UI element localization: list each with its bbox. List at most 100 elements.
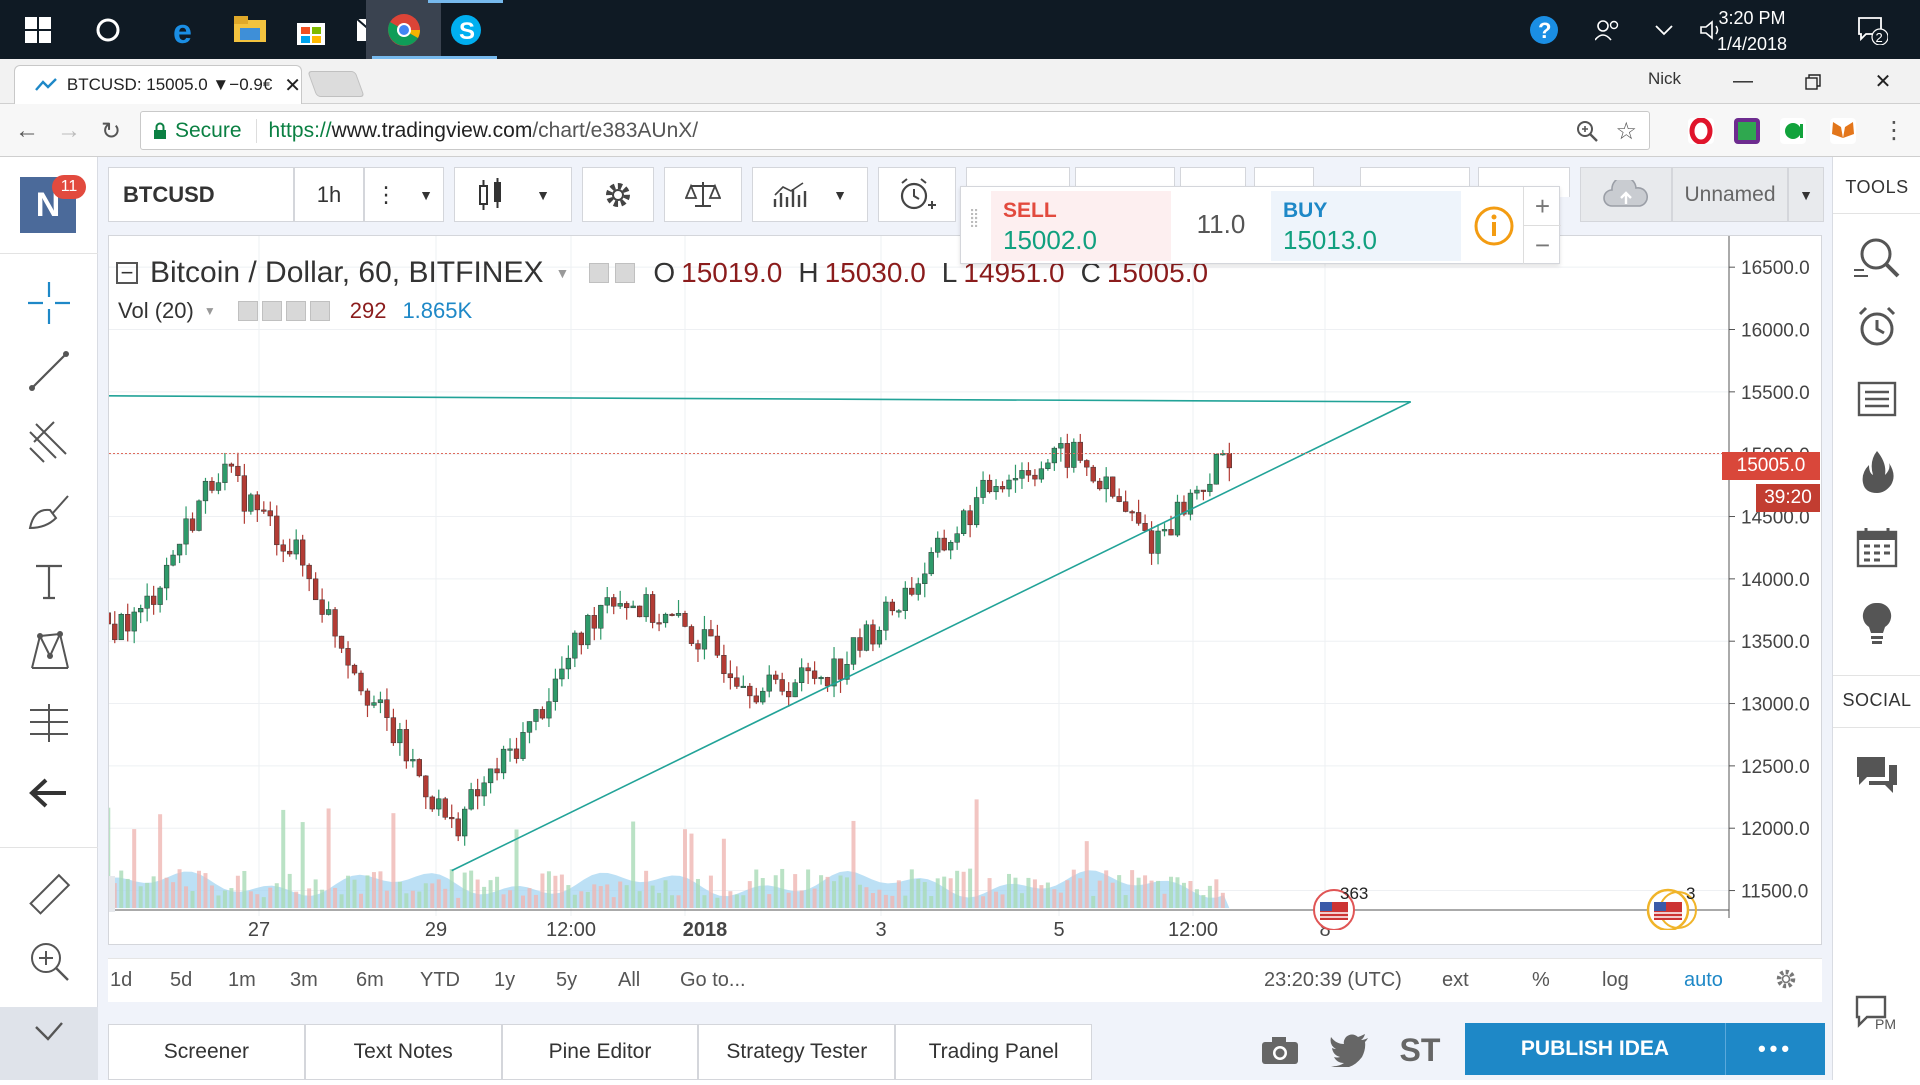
interval-dropdown[interactable]: ⋮ ▼ (364, 167, 444, 222)
chart-pane[interactable]: 16500.016000.015500.015000.014500.014000… (108, 235, 1822, 945)
quantity-plus-button[interactable]: + (1523, 187, 1561, 226)
opera-extension-icon[interactable] (1688, 117, 1714, 145)
ideas-lightbulb-icon[interactable] (1847, 595, 1907, 651)
sell-button[interactable]: SELL 15002.0 (991, 191, 1171, 261)
hide-toolbar-arrow-icon[interactable] (18, 765, 80, 821)
extension-icon-3[interactable] (1780, 118, 1806, 144)
volume-format-icon[interactable] (285, 301, 306, 321)
windows-start-icon[interactable] (0, 0, 75, 59)
new-tab-button[interactable] (307, 71, 365, 97)
range-5d[interactable]: 5d (170, 969, 192, 992)
cortana-icon[interactable] (70, 0, 145, 59)
volume-settings-icon[interactable] (261, 301, 282, 321)
indicators-button[interactable]: ▼ (752, 167, 868, 222)
range-1d[interactable]: 1d (110, 969, 132, 992)
volume-remove-icon[interactable] (309, 301, 330, 321)
data-window-icon[interactable] (1847, 371, 1907, 427)
camera-icon[interactable] (1256, 1030, 1304, 1070)
taskbar-clock[interactable]: 3:20 PM 1/4/2018 (1692, 5, 1812, 57)
auto-toggle[interactable]: auto (1684, 969, 1723, 992)
lock-drawings-icon[interactable] (0, 1007, 98, 1080)
tab-strategy-tester[interactable]: Strategy Tester (698, 1024, 896, 1080)
layout-dropdown-icon[interactable]: ▼ (1788, 167, 1824, 222)
price-chart[interactable]: 16500.016000.015500.015000.014500.014000… (109, 236, 1823, 946)
range-3m[interactable]: 3m (290, 969, 318, 992)
stocktwits-button[interactable]: ST (1396, 1030, 1444, 1070)
range-1y[interactable]: 1y (494, 969, 515, 992)
log-toggle[interactable]: log (1602, 969, 1629, 992)
legend-menu-icon[interactable]: ▼ (555, 265, 569, 281)
action-center-icon[interactable]: 2 (1850, 0, 1894, 59)
range-6m[interactable]: 6m (356, 969, 384, 992)
close-window-button[interactable]: ✕ (1848, 59, 1918, 104)
help-icon[interactable]: ? (1524, 0, 1564, 59)
zoom-icon[interactable] (1575, 119, 1599, 149)
range-ytd[interactable]: YTD (420, 969, 460, 992)
pitchfork-icon[interactable] (18, 413, 80, 469)
tab-trading-panel[interactable]: Trading Panel (895, 1024, 1092, 1080)
people-icon[interactable] (1588, 0, 1628, 59)
compare-scales-icon[interactable] (664, 167, 742, 222)
publish-idea-button[interactable]: PUBLISH IDEA (1465, 1023, 1725, 1075)
twitter-icon[interactable] (1326, 1030, 1374, 1070)
range-all[interactable]: All (618, 969, 640, 992)
chat-icon[interactable] (1847, 747, 1907, 803)
publish-more-button[interactable]: ••• (1725, 1023, 1825, 1075)
legend-settings-icon[interactable] (615, 263, 636, 283)
text-tool-icon[interactable] (18, 553, 80, 609)
percent-toggle[interactable]: % (1532, 969, 1550, 992)
skype-icon[interactable]: S (428, 0, 503, 59)
volume-eye-icon[interactable] (237, 301, 258, 321)
volume-menu-icon[interactable]: ▼ (204, 304, 216, 318)
quantity-minus-button[interactable]: − (1523, 226, 1561, 264)
alert-icon[interactable] (878, 167, 956, 222)
interval-button[interactable]: 1h (294, 167, 364, 222)
private-chat-icon[interactable]: PM (1847, 987, 1907, 1043)
address-bar[interactable]: Secure https://www.tradingview.com/chart… (140, 111, 1650, 150)
reload-icon[interactable]: ↻ (94, 114, 128, 148)
chart-style-button[interactable]: ▼ (454, 167, 572, 222)
minimize-button[interactable]: — (1708, 59, 1778, 104)
settings-gear-icon[interactable] (582, 167, 654, 222)
economic-events-marker-left[interactable]: 363 (1310, 884, 1368, 931)
utc-clock[interactable]: 23:20:39 (UTC) (1264, 969, 1402, 992)
ruler-icon[interactable] (18, 867, 80, 923)
chevron-up-tray-icon[interactable] (1646, 0, 1682, 59)
goto-button[interactable]: Go to... (680, 969, 746, 992)
security-indicator[interactable]: Secure (141, 118, 257, 143)
ext-toggle[interactable]: ext (1442, 969, 1469, 992)
economic-events-marker-right[interactable]: 3 (1644, 884, 1700, 932)
forward-icon[interactable]: → (52, 114, 86, 148)
tab-close-icon[interactable]: ✕ (284, 73, 301, 98)
hotlists-flame-icon[interactable] (1847, 443, 1907, 499)
pattern-icon[interactable] (18, 623, 80, 679)
symbol-search-input[interactable]: BTCUSD (108, 167, 294, 222)
cloud-save-icon[interactable] (1580, 167, 1672, 222)
collapse-legend-icon[interactable]: − (116, 262, 138, 284)
tab-text-notes[interactable]: Text Notes (304, 1024, 502, 1080)
alarm-clock-icon[interactable] (1847, 299, 1907, 355)
measure-tools-icon[interactable] (18, 695, 80, 751)
calendar-icon[interactable] (1847, 519, 1907, 575)
extension-icon-2[interactable] (1734, 118, 1760, 144)
chrome-menu-icon[interactable]: ⋮ (1882, 116, 1906, 145)
brush-icon[interactable] (18, 483, 80, 539)
buy-button[interactable]: BUY 15013.0 (1271, 191, 1461, 261)
info-icon[interactable] (1473, 205, 1515, 252)
metamask-extension-icon[interactable] (1830, 118, 1856, 144)
profile-name[interactable]: Nick (1648, 69, 1681, 89)
axis-settings-gear-icon[interactable] (1774, 967, 1798, 997)
trend-line-icon[interactable] (18, 343, 80, 399)
range-1m[interactable]: 1m (228, 969, 256, 992)
restore-button[interactable] (1778, 59, 1848, 104)
browser-tab[interactable]: BTCUSD: 15005.0 ▼−0.9€ ✕ (14, 65, 302, 104)
back-icon[interactable]: ← (10, 114, 44, 148)
zoom-in-icon[interactable] (18, 933, 80, 989)
legend-eye-icon[interactable] (589, 263, 610, 283)
tab-screener[interactable]: Screener (108, 1024, 305, 1080)
crosshair-icon[interactable] (18, 275, 80, 331)
layout-name[interactable]: Unnamed (1672, 167, 1788, 222)
tab-pine-editor[interactable]: Pine Editor (501, 1024, 699, 1080)
drag-handle-icon[interactable]: ⠿ ⠿ (969, 208, 983, 241)
bookmark-star-icon[interactable]: ☆ (1615, 117, 1637, 146)
